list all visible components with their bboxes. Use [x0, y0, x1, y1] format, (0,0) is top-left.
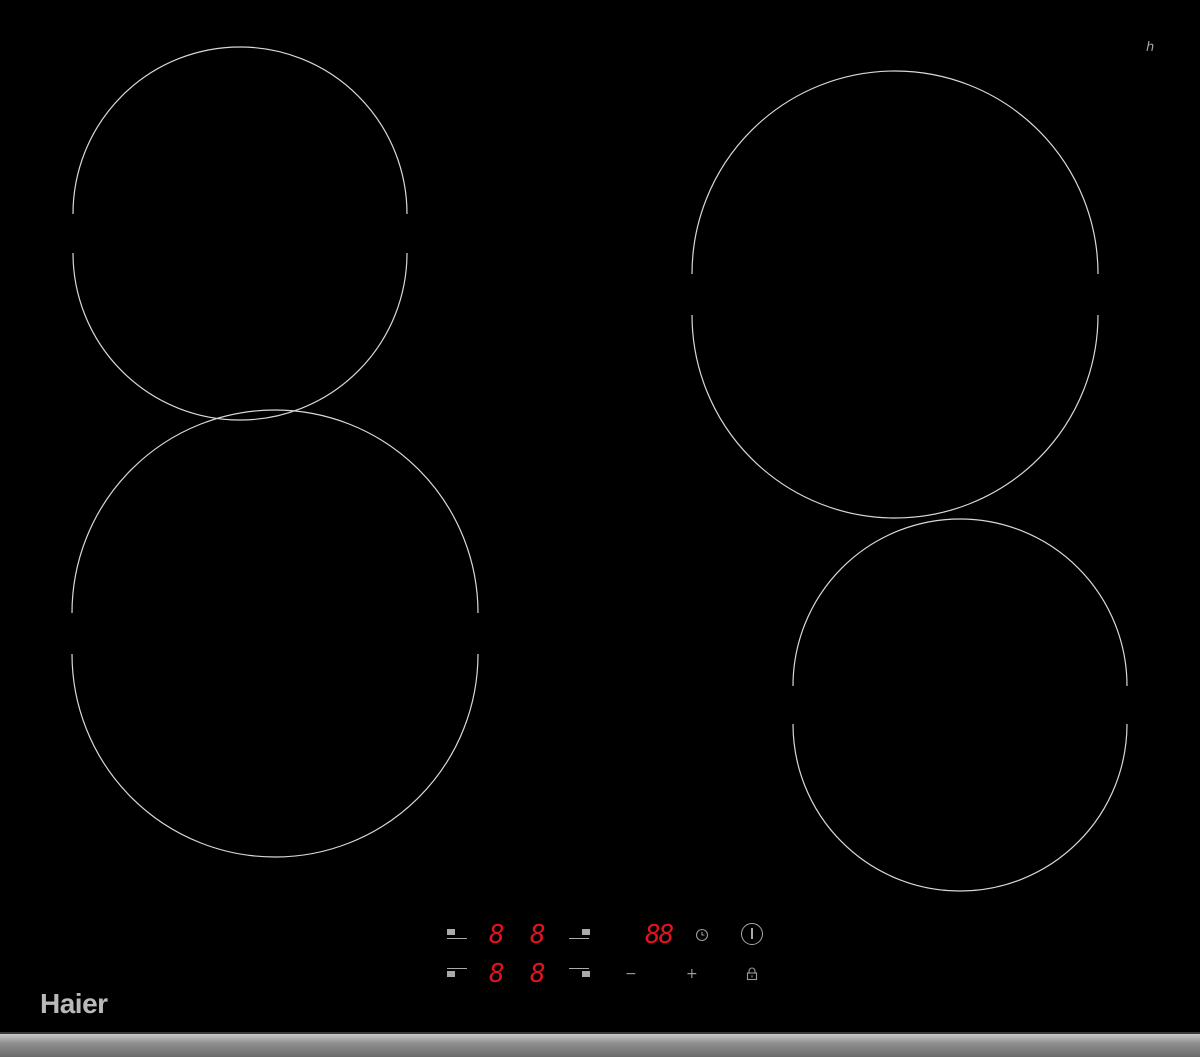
- power-button[interactable]: [741, 923, 763, 945]
- power-level-display-top-right: 8: [530, 920, 546, 950]
- cooking-zone-top-left: [72, 46, 408, 215]
- cooking-zone-bottom-left-lower: [71, 653, 479, 858]
- cooking-zone-bottom-right: [792, 518, 1128, 687]
- zone-select-bottom-left-key[interactable]: [447, 968, 469, 980]
- cooking-zone-top-left-lower: [72, 252, 408, 421]
- power-level-display-bottom-right: 8: [530, 959, 546, 989]
- minus-button[interactable]: −: [625, 967, 637, 981]
- zone-select-bottom-right-key[interactable]: [569, 968, 591, 980]
- power-icon: [751, 928, 753, 939]
- cooking-zone-top-right-lower: [691, 314, 1099, 519]
- front-edge-trim: [0, 1034, 1200, 1057]
- zone-select-top-right-key[interactable]: [569, 929, 591, 941]
- power-level-display-top-left: 8: [489, 920, 505, 950]
- cooking-zone-top-right: [691, 70, 1099, 275]
- cooking-zones: [71, 46, 1128, 892]
- power-level-display-bottom-left: 8: [489, 959, 505, 989]
- timer-display: 88: [645, 920, 674, 950]
- brand-logo: Haier: [40, 988, 108, 1019]
- plus-button[interactable]: +: [686, 967, 698, 981]
- cooking-zone-bottom-right-lower: [792, 723, 1128, 892]
- zone-select-top-left-key[interactable]: [447, 929, 469, 941]
- certification-mark-icon: ℎ: [1146, 40, 1155, 55]
- clock-icon[interactable]: [695, 928, 709, 942]
- lock-icon[interactable]: [746, 967, 758, 981]
- cooking-zone-bottom-left: [71, 409, 479, 614]
- cooktop-surface: ℎ 8 8 88 8 8 − + Haier: [0, 0, 1200, 1057]
